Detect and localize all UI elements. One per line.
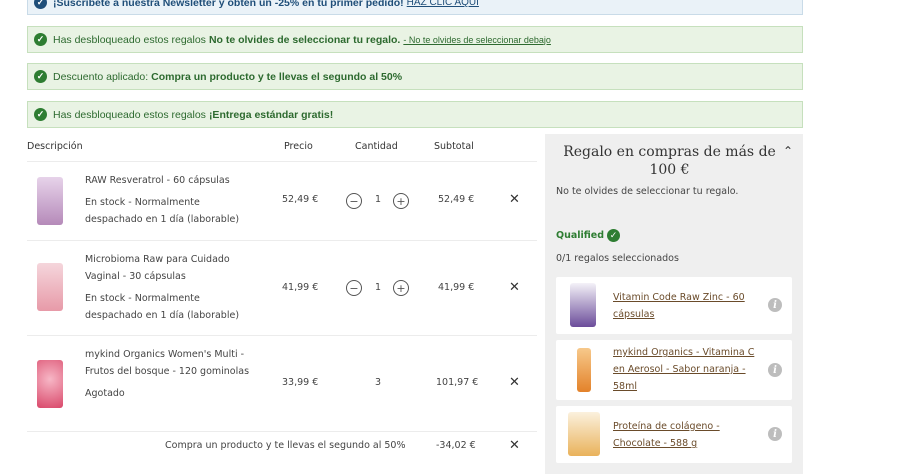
gift-option[interactable]: mykind Organics - Vitamina C en Aerosol … [556, 340, 792, 400]
qty-value: 3 [375, 377, 382, 388]
gift-option[interactable]: Vitamin Code Raw Zinc - 60 cápsulas i [556, 277, 792, 334]
product-image[interactable] [37, 360, 63, 408]
discount-row-amount: -34,02 € [436, 440, 476, 451]
gift-image [577, 348, 591, 392]
gift-panel: Regalo en compras de más de 100 € ⌃ No t… [545, 134, 803, 474]
product-name[interactable]: Microbioma Raw para Cuidado Vaginal - 30… [85, 251, 255, 285]
product-name[interactable]: mykind Organics Women's Multi - Frutos d… [85, 346, 255, 380]
item-price: 41,99 € [282, 282, 319, 293]
gift-image [570, 283, 596, 327]
gifts-unlocked-banner: ✓ Has desbloqueado estos regalos No te o… [27, 26, 803, 53]
cart-row: Microbioma Raw para Cuidado Vaginal - 30… [27, 241, 537, 336]
check-circle-icon: ✓ [34, 108, 47, 121]
qty-value[interactable]: 1 [375, 282, 381, 293]
item-subtotal: 52,49 € [438, 194, 475, 205]
item-subtotal: 101,97 € [436, 377, 479, 388]
cart-row: mykind Organics Women's Multi - Frutos d… [27, 336, 537, 432]
newsletter-link[interactable]: HAZ CLIC AQUÍ [407, 0, 479, 8]
gift-image [568, 412, 600, 456]
qualified-label: Qualified [556, 230, 605, 241]
header-subtotal: Subtotal [434, 141, 474, 152]
item-subtotal: 41,99 € [438, 282, 475, 293]
qty-plus-button[interactable]: + [393, 280, 409, 296]
gift-panel-title: Regalo en compras de más de 100 € [563, 144, 776, 178]
shipping-text: Has desbloqueado estos regalos [53, 108, 206, 121]
discount-text: Descuento aplicado: [53, 70, 149, 83]
stock-status: En stock - Normalmente despachado en 1 d… [85, 197, 240, 225]
gift-link[interactable]: Proteína de colágeno - Chocolate - 588 g [613, 418, 768, 452]
qty-plus-button[interactable]: + [393, 193, 409, 209]
remove-discount-button[interactable]: ✕ [509, 438, 520, 453]
header-quantity: Cantidad [355, 141, 398, 152]
check-circle-icon: ✓ [34, 0, 47, 9]
select-gift-link[interactable]: - No te olvides de seleccionar debajo [403, 35, 551, 45]
stock-status: Agotado [85, 388, 125, 399]
product-name[interactable]: RAW Resveratrol - 60 cápsulas [85, 172, 255, 189]
qty-value[interactable]: 1 [375, 194, 381, 205]
newsletter-text: ¡Suscríbete a nuestra Newsletter y obtén… [53, 0, 404, 9]
discount-banner: ✓ Descuento aplicado: Compra un producto… [27, 63, 803, 90]
gift-panel-subtitle: No te olvides de seleccionar tu regalo. [556, 186, 739, 197]
product-image[interactable] [37, 263, 63, 311]
gifts-unlocked-bold: No te olvides de seleccionar tu regalo. [208, 33, 401, 46]
cart-row: RAW Resveratrol - 60 cápsulas En stock -… [27, 162, 537, 241]
header-description: Descripción [27, 141, 83, 152]
remove-item-button[interactable]: ✕ [509, 280, 520, 295]
info-icon[interactable]: i [768, 363, 782, 377]
remove-item-button[interactable]: ✕ [509, 375, 520, 390]
shipping-banner: ✓ Has desbloqueado estos regalos ¡Entreg… [27, 101, 803, 128]
check-circle-icon: ✓ [607, 229, 621, 242]
stock-status: En stock - Normalmente despachado en 1 d… [85, 293, 240, 321]
chevron-up-icon[interactable]: ⌃ [783, 144, 793, 158]
header-price: Precio [284, 141, 313, 152]
qualified-status: Qualified ✓ [556, 229, 626, 242]
check-circle-icon: ✓ [34, 70, 47, 83]
qty-minus-button[interactable]: − [346, 193, 362, 209]
info-icon[interactable]: i [768, 427, 782, 441]
newsletter-banner: ✓ ¡Suscríbete a nuestra Newsletter y obt… [27, 0, 803, 15]
info-icon[interactable]: i [768, 298, 782, 312]
gift-link[interactable]: Vitamin Code Raw Zinc - 60 cápsulas [613, 289, 768, 323]
shipping-bold: ¡Entrega estándar gratis! [208, 108, 334, 121]
item-price: 52,49 € [282, 194, 319, 205]
remove-item-button[interactable]: ✕ [509, 192, 520, 207]
gift-link[interactable]: mykind Organics - Vitamina C en Aerosol … [613, 344, 768, 395]
discount-row-label: Compra un producto y te llevas el segund… [165, 440, 406, 451]
product-image[interactable] [37, 177, 63, 225]
check-circle-icon: ✓ [34, 33, 47, 46]
gifts-unlocked-text: Has desbloqueado estos regalos [53, 33, 206, 46]
qty-minus-button[interactable]: − [346, 280, 362, 296]
item-price: 33,99 € [282, 377, 319, 388]
selected-count: 0/1 regalos seleccionados [556, 253, 679, 264]
gift-option[interactable]: Proteína de colágeno - Chocolate - 588 g… [556, 406, 792, 463]
discount-bold: Compra un producto y te llevas el segund… [151, 70, 403, 83]
